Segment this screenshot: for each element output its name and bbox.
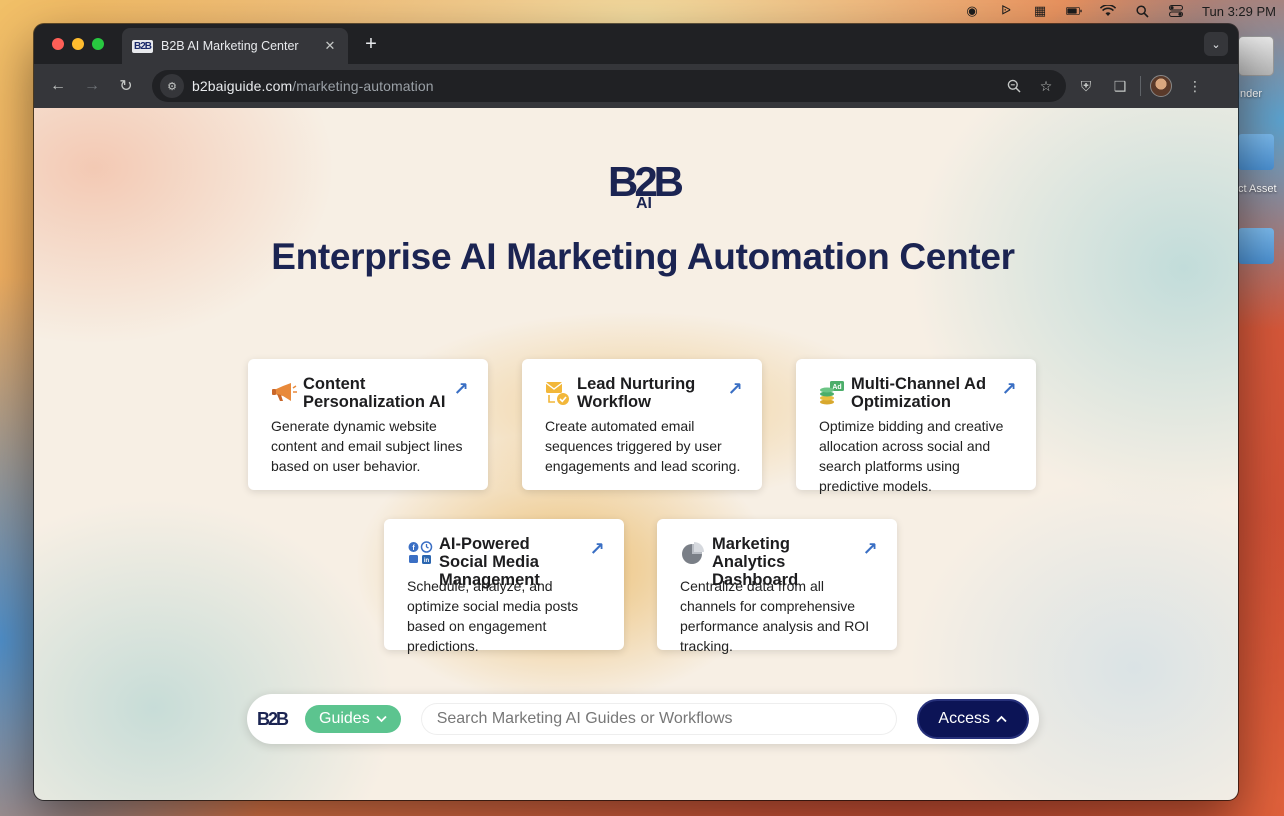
zoom-icon[interactable] bbox=[1002, 74, 1026, 98]
card-analytics-dashboard[interactable]: Marketing Analytics Dashboard ↗ Centrali… bbox=[657, 519, 897, 654]
browser-window: B2B B2B AI Marketing Center ✕ + ⌄ ← → ↻ … bbox=[34, 24, 1238, 800]
card-social-media[interactable]: f in AI-Powered Social Media Management ↗… bbox=[384, 519, 624, 654]
wifi-icon[interactable] bbox=[1100, 3, 1117, 19]
drive-icon[interactable] bbox=[1238, 36, 1274, 76]
external-arrow-icon[interactable]: ↗ bbox=[726, 379, 744, 400]
folder-icon[interactable] bbox=[1238, 134, 1274, 170]
bookmark-star-icon[interactable]: ☆ bbox=[1034, 74, 1058, 98]
tab-strip: B2B B2B AI Marketing Center ✕ + ⌄ bbox=[34, 24, 1238, 64]
focus-icon[interactable]: ◉ bbox=[964, 3, 980, 19]
card-lead-nurturing[interactable]: Lead Nurturing Workflow ↗ Create automat… bbox=[522, 359, 762, 490]
external-arrow-icon[interactable]: ↗ bbox=[1000, 379, 1018, 400]
access-label: Access bbox=[938, 710, 990, 727]
tab-active[interactable]: B2B B2B AI Marketing Center ✕ bbox=[122, 28, 348, 64]
tab-search-chevron-icon[interactable]: ⌄ bbox=[1204, 32, 1228, 56]
guides-dropdown-button[interactable]: Guides bbox=[305, 705, 401, 733]
external-arrow-icon[interactable]: ↗ bbox=[861, 539, 879, 560]
menu-clock[interactable]: Tun 3:29 PM bbox=[1202, 4, 1276, 19]
window-controls bbox=[52, 38, 104, 50]
battery-icon[interactable] bbox=[1066, 3, 1082, 19]
svg-text:in: in bbox=[424, 558, 430, 564]
extensions-puzzle-icon[interactable]: ❑ bbox=[1106, 72, 1134, 100]
address-bar[interactable]: ⚙ b2baiguide.com/marketing-automation ☆ bbox=[152, 70, 1066, 102]
browser-toolbar: ← → ↻ ⚙ b2baiguide.com/marketing-automat… bbox=[34, 64, 1238, 108]
card-description: Optimize bidding and creative allocation… bbox=[819, 418, 1004, 494]
card-title: Lead Nurturing Workflow bbox=[577, 375, 696, 411]
back-icon[interactable]: ← bbox=[44, 72, 72, 100]
card-title: Multi-Channel Ad Optimization bbox=[851, 375, 987, 411]
maximize-window-button[interactable] bbox=[92, 38, 104, 50]
card-multi-channel-ad[interactable]: Ad Multi-Channel Ad Optimization ↗ Optim… bbox=[796, 359, 1036, 494]
social-media-icon: f in bbox=[407, 540, 433, 566]
card-description: Create automated email sequences trigger… bbox=[545, 418, 741, 474]
card-title: Content Personalization AI bbox=[303, 375, 446, 411]
logo-bottom-text: AI bbox=[636, 195, 652, 212]
access-button[interactable]: Access bbox=[916, 699, 1029, 739]
bottom-search-bar: B2B Guides Access bbox=[247, 694, 1039, 744]
page-title: Enterprise AI Marketing Automation Cente… bbox=[271, 236, 1015, 277]
new-tab-button[interactable]: + bbox=[360, 33, 382, 56]
menu-bar: ◉ ᐉ ▦ Tun 3:29 PM bbox=[0, 0, 1284, 22]
megaphone-icon bbox=[271, 380, 297, 406]
close-tab-icon[interactable]: ✕ bbox=[322, 38, 338, 54]
search-input[interactable] bbox=[420, 703, 897, 735]
brand-logo: B2B AI bbox=[608, 158, 687, 212]
chevron-up-icon bbox=[996, 710, 1007, 728]
favicon-icon: B2B bbox=[132, 39, 154, 53]
spotlight-icon[interactable] bbox=[1134, 3, 1150, 19]
forward-icon[interactable]: → bbox=[78, 72, 106, 100]
pie-chart-icon bbox=[680, 540, 706, 566]
card-content-personalization[interactable]: Content Personalization AI ↗ Generate dy… bbox=[248, 359, 488, 490]
close-window-button[interactable] bbox=[52, 38, 64, 50]
guides-label: Guides bbox=[319, 710, 370, 727]
reload-icon[interactable]: ↻ bbox=[112, 72, 140, 100]
toolbar-divider bbox=[1140, 76, 1141, 96]
desktop-item-label: ct Asset bbox=[1238, 183, 1277, 195]
chevron-down-icon bbox=[376, 710, 387, 728]
keyboard-icon[interactable]: ▦ bbox=[1032, 3, 1048, 19]
tab-title: B2B AI Marketing Center bbox=[161, 39, 299, 53]
page-content: B2B AI Enterprise AI Marketing Automatio… bbox=[34, 108, 1238, 800]
bluetooth-icon[interactable]: ᐉ bbox=[998, 3, 1014, 19]
folder-icon[interactable] bbox=[1238, 228, 1274, 264]
control-center-icon[interactable] bbox=[1168, 3, 1184, 19]
url-text[interactable]: b2baiguide.com/marketing-automation bbox=[192, 78, 994, 94]
avatar bbox=[1150, 75, 1172, 97]
profile-button[interactable] bbox=[1147, 72, 1175, 100]
external-arrow-icon[interactable]: ↗ bbox=[588, 539, 606, 560]
minimize-window-button[interactable] bbox=[72, 38, 84, 50]
more-menu-icon[interactable]: ⋮ bbox=[1181, 72, 1209, 100]
bottom-brand-logo[interactable]: B2B bbox=[257, 709, 293, 730]
card-description: Generate dynamic website content and ema… bbox=[271, 418, 463, 474]
ad-budget-icon: Ad bbox=[819, 380, 845, 406]
email-workflow-icon bbox=[545, 380, 571, 406]
site-settings-icon[interactable]: ⚙ bbox=[160, 74, 184, 98]
desktop-item-label: nder bbox=[1240, 88, 1263, 100]
external-arrow-icon[interactable]: ↗ bbox=[452, 379, 470, 400]
shield-extension-icon[interactable]: ⛨ bbox=[1072, 72, 1100, 100]
